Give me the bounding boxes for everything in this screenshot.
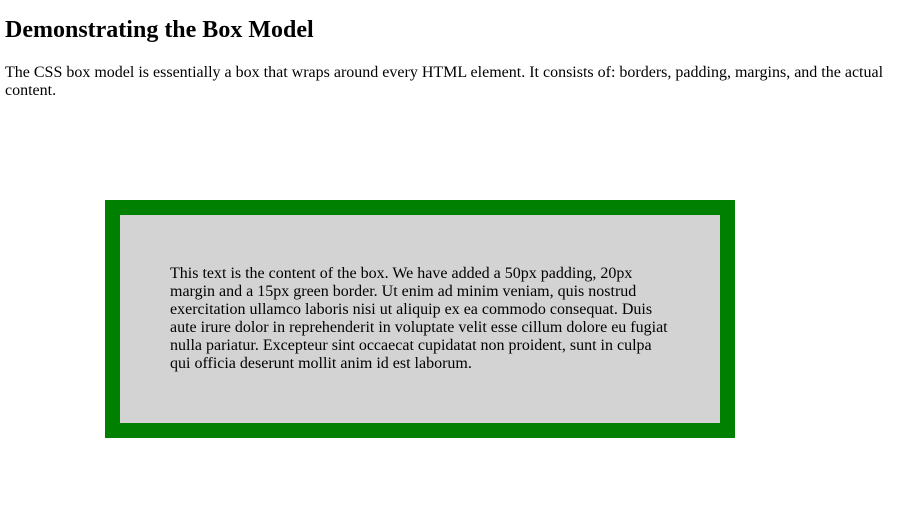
page: Demonstrating the Box Model The CSS box … <box>0 0 912 530</box>
page-title: Demonstrating the Box Model <box>5 17 314 43</box>
box-model-demo: This text is the content of the box. We … <box>105 200 735 438</box>
box-content-text: This text is the content of the box. We … <box>170 265 668 372</box>
intro-paragraph: The CSS box model is essentially a box t… <box>5 64 884 99</box>
